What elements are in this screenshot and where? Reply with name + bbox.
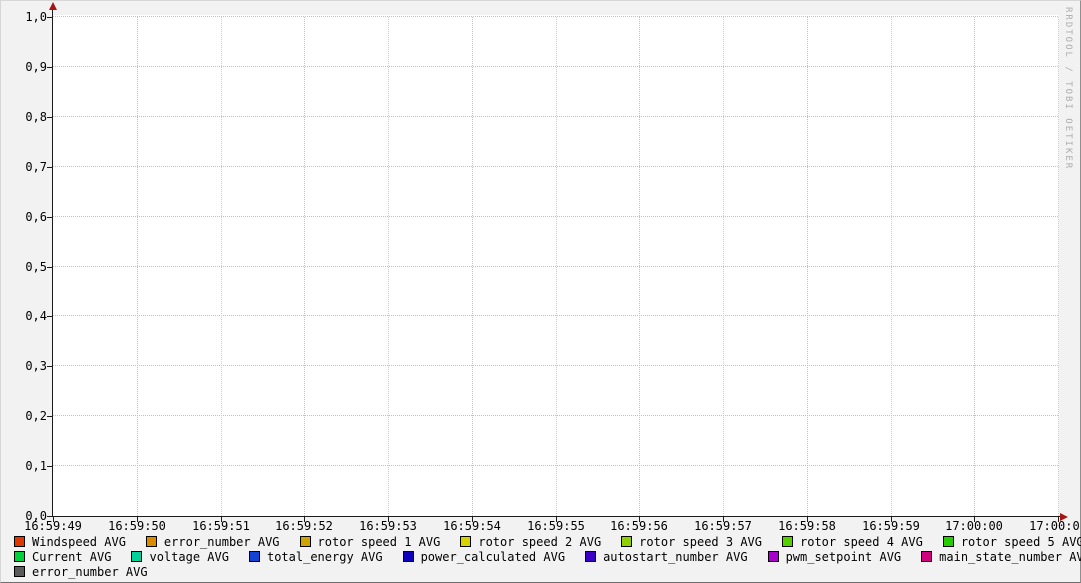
x-tick-label: 16:59:54 [434, 520, 510, 532]
legend-swatch [621, 536, 632, 547]
y-tick [47, 17, 53, 18]
legend-item: rotor speed 3 AVG [621, 535, 762, 549]
legend-item: Windspeed AVG [14, 535, 126, 549]
legend-item: total_energy AVG [249, 550, 383, 564]
y-tick [47, 67, 53, 68]
legend-label: rotor speed 2 AVG [478, 535, 601, 549]
legend-label: rotor speed 5 AVG [961, 535, 1081, 549]
x-tick-label: 16:59:49 [15, 520, 91, 532]
watermark: RRDTOOL / TOBI OETIKER [1063, 7, 1073, 170]
legend-item: autostart_number AVG [585, 550, 748, 564]
v-gridline [472, 17, 473, 516]
y-tick-label: 0,2 [1, 410, 47, 422]
legend-label: main_state_number AVG [939, 550, 1081, 564]
legend-item: rotor speed 1 AVG [300, 535, 441, 549]
legend-item: main_state_number AVG [921, 550, 1081, 564]
v-gridline [137, 17, 138, 516]
legend-label: error_number AVG [32, 565, 148, 579]
legend-item: pwm_setpoint AVG [768, 550, 902, 564]
v-gridline [723, 17, 724, 516]
legend-swatch [131, 551, 142, 562]
x-tick-label: 16:59:59 [853, 520, 929, 532]
legend-swatch [300, 536, 311, 547]
legend-item: error_number AVG [14, 565, 148, 579]
x-tick-label: 16:59:53 [350, 520, 426, 532]
v-gridline [304, 17, 305, 516]
legend-label: rotor speed 3 AVG [639, 535, 762, 549]
legend-swatch [768, 551, 779, 562]
x-tick-label: 16:59:57 [685, 520, 761, 532]
legend-label: pwm_setpoint AVG [786, 550, 902, 564]
legend-label: voltage AVG [149, 550, 228, 564]
y-tick-label: 0,7 [1, 161, 47, 173]
legend-label: Current AVG [32, 550, 111, 564]
y-tick-label: 0,4 [1, 310, 47, 322]
legend-swatch [403, 551, 414, 562]
x-tick-label: 17:00:01 [1020, 520, 1081, 532]
legend-label: rotor speed 1 AVG [318, 535, 441, 549]
legend-label: autostart_number AVG [603, 550, 748, 564]
y-tick-label: 0,5 [1, 261, 47, 273]
y-tick-label: 0,3 [1, 360, 47, 372]
x-tick-label: 17:00:00 [936, 520, 1012, 532]
y-axis-line [52, 6, 53, 516]
y-tick [47, 167, 53, 168]
v-gridline [639, 17, 640, 516]
y-tick [47, 466, 53, 467]
y-tick [47, 316, 53, 317]
y-tick [47, 267, 53, 268]
v-gridline [974, 17, 975, 516]
legend-row: error_number AVG [14, 564, 1078, 579]
v-gridline [388, 17, 389, 516]
legend-item: voltage AVG [131, 550, 228, 564]
y-tick-label: 1,0 [1, 11, 47, 23]
x-tick-label: 16:59:51 [183, 520, 259, 532]
legend-swatch [921, 551, 932, 562]
y-tick [47, 217, 53, 218]
x-tick-label: 16:59:58 [769, 520, 845, 532]
v-gridline [556, 17, 557, 516]
y-tick-label: 0,8 [1, 111, 47, 123]
legend-label: power_calculated AVG [421, 550, 566, 564]
legend-item: rotor speed 4 AVG [782, 535, 923, 549]
legend-swatch [249, 551, 260, 562]
y-tick-label: 0,9 [1, 61, 47, 73]
legend-label: Windspeed AVG [32, 535, 126, 549]
y-tick [47, 117, 53, 118]
legend-item: power_calculated AVG [403, 550, 566, 564]
legend-swatch [943, 536, 954, 547]
x-axis-line [52, 516, 1062, 517]
legend-row: Windspeed AVG error_number AVG rotor speed… [14, 534, 1078, 549]
y-tick [47, 366, 53, 367]
y-tick-label: 0,6 [1, 211, 47, 223]
legend-swatch [14, 536, 25, 547]
x-tick-label: 16:59:55 [518, 520, 594, 532]
legend-swatch [14, 551, 25, 562]
legend-label: rotor speed 4 AVG [800, 535, 923, 549]
legend-swatch [782, 536, 793, 547]
legend-swatch [146, 536, 157, 547]
y-tick-label: 0,1 [1, 460, 47, 472]
legend-swatch [14, 566, 25, 577]
y-axis-arrow-icon [49, 2, 57, 10]
legend-label: total_energy AVG [267, 550, 383, 564]
legend-item: rotor speed 5 AVG [943, 535, 1081, 549]
legend-swatch [460, 536, 471, 547]
legend-swatch [585, 551, 596, 562]
x-tick-label: 16:59:50 [99, 520, 175, 532]
x-tick-label: 16:59:56 [601, 520, 677, 532]
rrdtool-graph: 0,00,10,20,30,40,50,60,70,80,91,0 16:59:… [0, 0, 1081, 583]
legend: Windspeed AVG error_number AVG rotor speed… [14, 534, 1078, 579]
y-tick [47, 416, 53, 417]
v-gridline [891, 17, 892, 516]
v-gridline [807, 17, 808, 516]
legend-label: error_number AVG [164, 535, 280, 549]
v-gridline [221, 17, 222, 516]
legend-row: Current AVG voltage AVG total_energy AVG po… [14, 549, 1078, 564]
v-gridline [1058, 17, 1059, 516]
legend-item: Current AVG [14, 550, 111, 564]
legend-item: error_number AVG [146, 535, 280, 549]
legend-item: rotor speed 2 AVG [460, 535, 601, 549]
x-tick-label: 16:59:52 [266, 520, 342, 532]
